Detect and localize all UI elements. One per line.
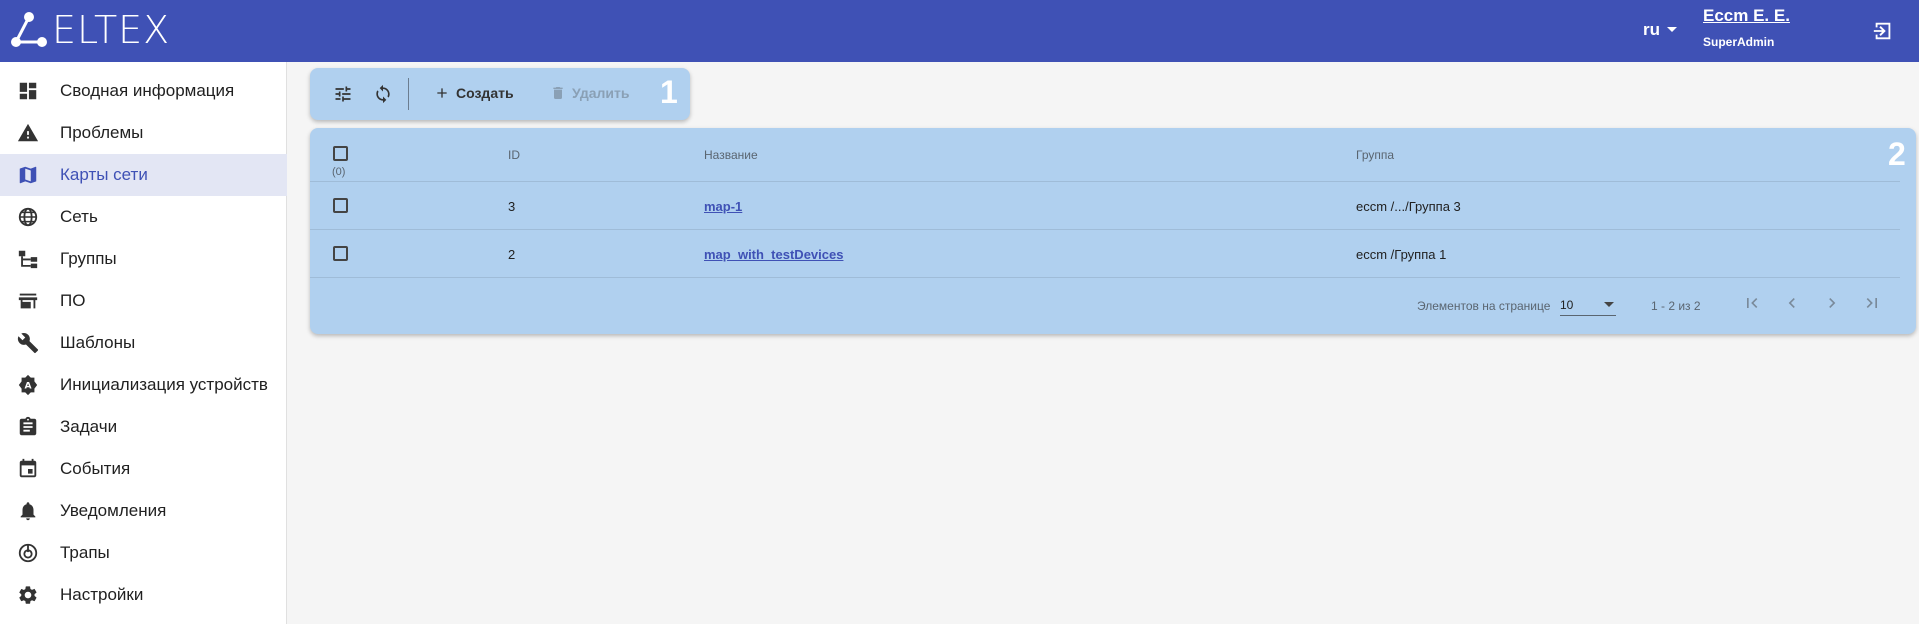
sidebar-item-label: Инициализация устройств (60, 375, 268, 394)
sidebar-item-groups[interactable]: Группы (0, 238, 287, 280)
sidebar-item-label: Сводная информация (60, 81, 235, 100)
sidebar-item-label: ПО (60, 291, 86, 310)
logo-mark-icon (11, 12, 47, 47)
sidebar-item-events[interactable]: События (0, 448, 287, 490)
user-info: Eccm E. E. SuperAdmin (1703, 6, 1790, 49)
row-group: eccm /.../Группа 3 (1356, 199, 1461, 214)
map-icon (19, 166, 37, 184)
sidebar-item-network-maps[interactable]: Карты сети (0, 154, 287, 196)
sidebar-item-label: Группы (60, 249, 117, 268)
first-page-icon[interactable] (1742, 293, 1762, 313)
sidebar-item-label: Сеть (60, 207, 98, 226)
top-app-bar: ELTEX ru Eccm E. E. SuperAdmin (0, 0, 1919, 62)
next-page-icon[interactable] (1822, 293, 1842, 313)
init-icon: A (18, 374, 38, 396)
per-page-select[interactable]: 10 (1560, 296, 1616, 316)
column-header-group[interactable]: Группа (1356, 148, 1394, 162)
language-selector[interactable]: ru (1643, 20, 1678, 40)
row-divider (310, 181, 1900, 182)
toolbar-panel: Создать Удалить 1 (310, 68, 690, 120)
tree-icon (18, 250, 38, 269)
bell-icon (20, 502, 36, 521)
last-page-icon[interactable] (1862, 293, 1882, 313)
row-id: 2 (508, 247, 516, 262)
wrench-icon (17, 333, 39, 354)
sidebar-item-label: Карты сети (60, 165, 148, 184)
row-divider (310, 229, 1900, 230)
caret-down-icon (1604, 302, 1614, 307)
sidebar-item-settings[interactable]: Настройки (0, 574, 287, 616)
panel-number-1: 1 (660, 74, 678, 110)
trap-icon (18, 543, 38, 563)
sidebar-item-label: Шаблоны (60, 333, 136, 352)
svg-text:A: A (24, 381, 32, 392)
dashboard-icon (19, 82, 37, 100)
column-header-name[interactable]: Название (704, 148, 758, 162)
sidebar-item-templates[interactable]: Шаблоны (0, 322, 287, 364)
sidebar-item-software[interactable]: ПО (0, 280, 287, 322)
sidebar-item-problems[interactable]: Проблемы (0, 112, 287, 154)
sidebar-item-label: Задачи (60, 417, 118, 436)
delete-button[interactable]: Удалить (550, 85, 629, 101)
trash-icon (553, 87, 563, 99)
row-name-link[interactable]: map-1 (704, 199, 742, 214)
refresh-icon[interactable] (373, 84, 393, 104)
per-page-value: 10 (1560, 298, 1574, 312)
sidebar-item-network[interactable]: Сеть (0, 196, 287, 238)
row-id: 3 (508, 199, 516, 214)
pager-range: 1 - 2 из 2 (1651, 299, 1701, 313)
plus-icon (437, 88, 447, 98)
select-all-checkbox[interactable] (333, 146, 348, 161)
panel-number-2: 2 (1888, 136, 1906, 172)
row-checkbox[interactable] (333, 246, 348, 261)
sidebar-item-dashboard[interactable]: Сводная информация (0, 70, 287, 112)
caret-down-icon (1667, 27, 1677, 32)
selected-count: (0) (332, 166, 346, 178)
eltex-logo: ELTEX (10, 11, 170, 49)
sidebar-item-traps[interactable]: Трапы (0, 532, 287, 574)
calendar-icon (19, 458, 37, 478)
row-group: eccm /Группа 1 (1356, 247, 1447, 262)
sidebar-nav: Сводная информация Проблемы Карты сети С… (0, 62, 287, 624)
sidebar-item-label: Трапы (60, 543, 110, 562)
sidebar-item-device-init[interactable]: A Инициализация устройств (0, 364, 287, 406)
sidebar-item-label: Настройки (60, 585, 144, 604)
logout-icon[interactable] (1872, 20, 1894, 42)
clipboard-icon (19, 416, 37, 436)
row-name-link[interactable]: map_with_testDevices (704, 247, 843, 262)
sidebar-item-notifications[interactable]: Уведомления (0, 490, 287, 532)
sidebar-item-label: Уведомления (60, 501, 167, 520)
user-name-link[interactable]: Eccm E. E. (1703, 6, 1790, 26)
row-divider (310, 277, 1900, 278)
language-value: ru (1643, 20, 1660, 39)
toolbar-divider (408, 78, 409, 110)
user-role: SuperAdmin (1703, 35, 1775, 49)
prev-page-icon[interactable] (1782, 293, 1802, 313)
create-button-label: Создать (456, 85, 514, 101)
column-header-id[interactable]: ID (508, 148, 520, 162)
filter-settings-icon[interactable] (333, 84, 353, 104)
gear-icon (19, 586, 37, 604)
logo-text: ELTEX (52, 8, 171, 52)
per-page-label: Элементов на странице (1417, 299, 1551, 313)
sidebar-item-label: Проблемы (60, 123, 144, 142)
sidebar-item-label: События (60, 459, 131, 478)
delete-button-label: Удалить (572, 85, 630, 101)
sidebar-item-tasks[interactable]: Задачи (0, 406, 287, 448)
store-icon (18, 293, 38, 309)
maps-table-panel: 2 (0) ID Название Группа 3 map-1 eccm /.… (310, 128, 1916, 334)
globe-icon (18, 207, 38, 227)
warning-icon (17, 123, 39, 142)
create-button[interactable]: Создать (434, 85, 514, 101)
row-checkbox[interactable] (333, 198, 348, 213)
